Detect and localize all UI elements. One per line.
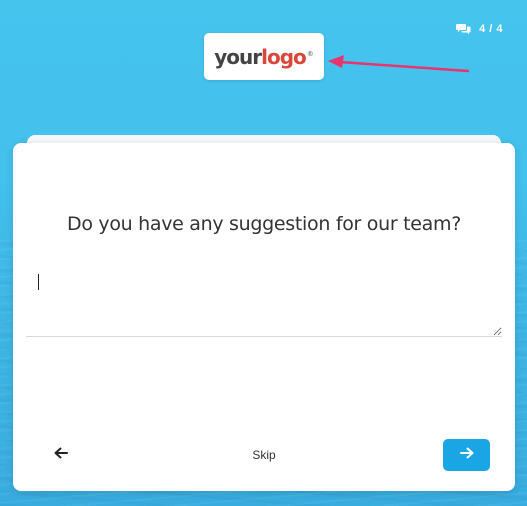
company-logo: yourlogo®: [204, 33, 324, 80]
question-card: Do you have any suggestion for our team?…: [13, 143, 515, 491]
answer-textarea[interactable]: [26, 267, 502, 337]
survey-screen: 4 / 4 yourlogo® Do you have any suggesti…: [0, 0, 527, 506]
logo-word-your: your: [214, 44, 262, 69]
arrow-right-icon: [459, 446, 474, 464]
chat-bubbles-icon: [456, 23, 471, 35]
progress-text: 4 / 4: [479, 23, 503, 35]
logo-word-logo: logo: [261, 44, 307, 69]
skip-button[interactable]: Skip: [233, 445, 295, 465]
arrow-left-icon: [54, 446, 68, 464]
back-button[interactable]: [49, 443, 73, 467]
text-cursor: [38, 274, 39, 290]
progress-indicator: 4 / 4: [456, 23, 503, 35]
logo-wordmark: yourlogo®: [214, 45, 314, 69]
next-button[interactable]: [443, 439, 490, 471]
registered-mark: ®: [306, 49, 314, 58]
question-text: Do you have any suggestion for our team?: [66, 213, 461, 235]
annotation-arrow: [328, 55, 470, 73]
